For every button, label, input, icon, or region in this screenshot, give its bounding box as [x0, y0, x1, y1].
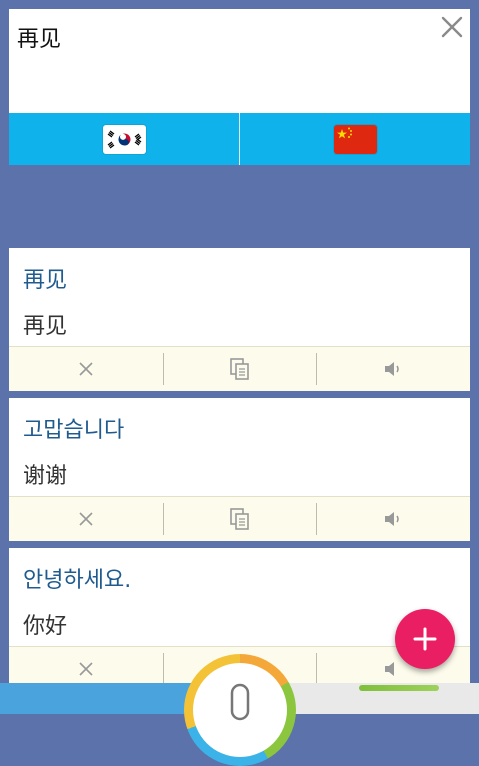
copy-icon — [229, 358, 249, 380]
speaker-icon — [385, 512, 399, 526]
china-flag-icon — [333, 124, 377, 154]
speaker-icon — [385, 362, 399, 376]
language-divider — [239, 113, 240, 165]
source-text: 고맙습니다 — [23, 418, 125, 443]
copy-button[interactable] — [162, 497, 317, 541]
close-icon — [441, 16, 463, 38]
delete-button[interactable] — [9, 347, 163, 391]
close-icon — [79, 662, 93, 676]
close-icon — [79, 362, 93, 376]
plus-icon — [413, 627, 437, 651]
target-language-button[interactable] — [240, 113, 470, 165]
bottom-hint-bar — [359, 685, 439, 691]
add-button[interactable] — [395, 609, 455, 669]
translated-text: 再见 — [23, 314, 68, 339]
input-card[interactable]: 再见 — [9, 9, 470, 113]
language-bar — [9, 113, 470, 165]
translated-text: 谢谢 — [23, 464, 68, 489]
delete-button[interactable] — [9, 647, 163, 683]
microphone-icon — [230, 683, 250, 721]
close-icon — [79, 512, 93, 526]
korea-flag-icon — [102, 124, 146, 154]
speak-button[interactable] — [316, 497, 470, 541]
source-text: 안녕하세요. — [23, 568, 132, 593]
source-language-button[interactable] — [9, 113, 239, 165]
delete-button[interactable] — [9, 497, 163, 541]
translation-card[interactable]: 再见 再见 — [9, 248, 470, 391]
microphone-inner — [193, 663, 287, 757]
copy-icon — [229, 508, 249, 530]
speaker-icon — [385, 662, 395, 676]
speak-button[interactable] — [316, 347, 470, 391]
clear-input-button[interactable] — [438, 13, 466, 41]
translation-card[interactable]: 고맙습니다 谢谢 — [9, 398, 470, 541]
translated-text: 你好 — [23, 614, 68, 639]
source-text: 再见 — [23, 268, 68, 293]
card-actions — [9, 346, 470, 391]
microphone-button[interactable] — [184, 654, 296, 766]
input-text[interactable]: 再见 — [17, 21, 61, 53]
copy-button[interactable] — [162, 347, 317, 391]
card-actions — [9, 496, 470, 541]
